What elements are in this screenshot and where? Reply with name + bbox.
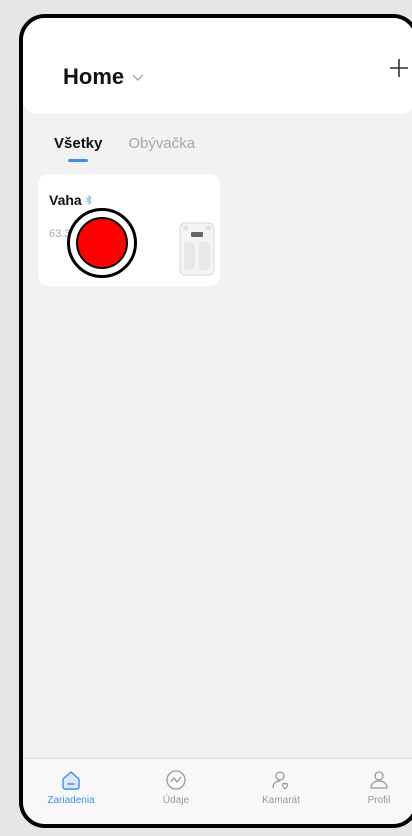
bottom-navigation: Zariadenia Údaje Kamarát Profil (23, 758, 412, 824)
tap-indicator-dot (76, 217, 128, 269)
add-device-icon[interactable] (387, 56, 411, 80)
phone-frame: Home Všetky Obývačka Vaha 63.3 kg (19, 14, 412, 828)
device-name: Vaha (49, 192, 93, 208)
nav-item-data[interactable]: Údaje (136, 769, 216, 806)
body-scale-image (179, 222, 215, 276)
tab-active-indicator (68, 159, 89, 162)
tab-living-room-label: Obývačka (128, 135, 196, 152)
tap-indicator (67, 208, 137, 278)
header-card: Home (23, 18, 412, 114)
tab-all[interactable]: Všetky (54, 135, 102, 162)
tab-all-label: Všetky (54, 135, 103, 152)
profile-icon (370, 771, 388, 789)
room-tabs: Všetky Obývačka (54, 135, 195, 162)
bluetooth-icon (85, 195, 92, 205)
tab-living-room[interactable]: Obývačka (128, 135, 195, 162)
nav-label-profile: Profil (367, 795, 391, 806)
device-name-label: Vaha (49, 192, 82, 208)
nav-label-friends: Kamarát (262, 795, 300, 806)
nav-item-friends[interactable]: Kamarát (241, 769, 321, 806)
nav-label-devices: Zariadenia (47, 795, 95, 806)
home-title: Home (63, 64, 125, 89)
chevron-down-icon (132, 74, 144, 81)
home-selector[interactable]: Home (63, 64, 146, 90)
friends-icon (272, 771, 289, 790)
chart-icon (166, 770, 186, 790)
nav-item-devices[interactable]: Zariadenia (31, 769, 111, 806)
home-icon (62, 771, 80, 790)
nav-item-profile[interactable]: Profil (339, 769, 412, 806)
nav-label-data: Údaje (162, 795, 190, 806)
